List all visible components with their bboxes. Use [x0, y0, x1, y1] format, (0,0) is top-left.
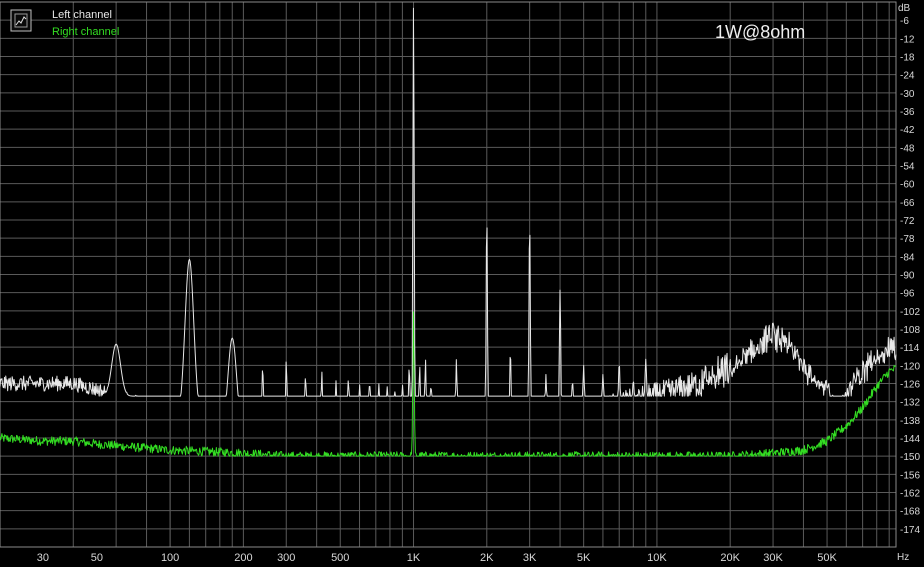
y-tick-label: -30 [900, 89, 915, 100]
y-tick-label: -60 [900, 180, 915, 191]
y-tick-label: -18 [900, 53, 915, 64]
x-tick-label: 300 [277, 552, 295, 564]
y-tick-label: -138 [900, 416, 920, 427]
y-tick-label: -144 [900, 434, 920, 445]
y-tick-label: -72 [900, 216, 915, 227]
chart-annotation: 1W@8ohm [715, 22, 805, 42]
x-tick-label: 20K [720, 552, 740, 564]
y-tick-label: -6 [900, 16, 909, 27]
x-tick-label: 30K [763, 552, 783, 564]
y-tick-label: -102 [900, 307, 920, 318]
y-tick-label: -90 [900, 271, 915, 282]
y-tick-label: -54 [900, 162, 915, 173]
y-tick-label: -84 [900, 252, 915, 263]
y-tick-label: -96 [900, 289, 915, 300]
y-tick-label: -24 [900, 71, 915, 82]
legend-icon [10, 9, 32, 32]
x-tick-label: 500 [331, 552, 349, 564]
y-tick-label: -108 [900, 325, 920, 336]
x-tick-label: 30 [37, 552, 49, 564]
legend-entry-left-channel: Left channel [52, 9, 112, 21]
x-tick-label: 1K [407, 552, 421, 564]
fft-spectrum-chart: -6 -12 -18 -24 -30 -36 -42 -48 -54 -60 -66 -72 -78 -8… [0, 0, 924, 567]
x-tick-label: 5K [577, 552, 591, 564]
y-tick-label: -150 [900, 452, 920, 463]
y-tick-label: -48 [900, 143, 915, 154]
y-tick-label: -36 [900, 107, 915, 118]
y-tick-label: -132 [900, 398, 920, 409]
legend-entry-right-channel: Right channel [52, 26, 119, 38]
x-tick-label: 100 [161, 552, 179, 564]
y-tick-label: -126 [900, 380, 920, 391]
chart-background [0, 0, 924, 567]
y-axis-unit: dB [898, 3, 911, 14]
x-axis-unit: Hz [897, 552, 909, 563]
y-tick-label: -12 [900, 34, 915, 45]
x-tick-label: 50 [91, 552, 103, 564]
y-tick-label: -114 [900, 343, 920, 354]
x-tick-label: 2K [480, 552, 494, 564]
x-tick-label: 3K [523, 552, 537, 564]
y-tick-label: -120 [900, 361, 920, 372]
y-tick-label: -42 [900, 125, 915, 136]
y-tick-label: -66 [900, 198, 915, 209]
y-tick-label: -156 [900, 470, 920, 481]
x-tick-label: 50K [817, 552, 837, 564]
y-tick-label: -162 [900, 489, 920, 500]
x-tick-label: 10K [647, 552, 667, 564]
y-tick-label: -78 [900, 234, 915, 245]
y-tick-label: -168 [900, 507, 920, 518]
y-tick-label: -174 [900, 525, 920, 536]
x-tick-label: 200 [234, 552, 252, 564]
